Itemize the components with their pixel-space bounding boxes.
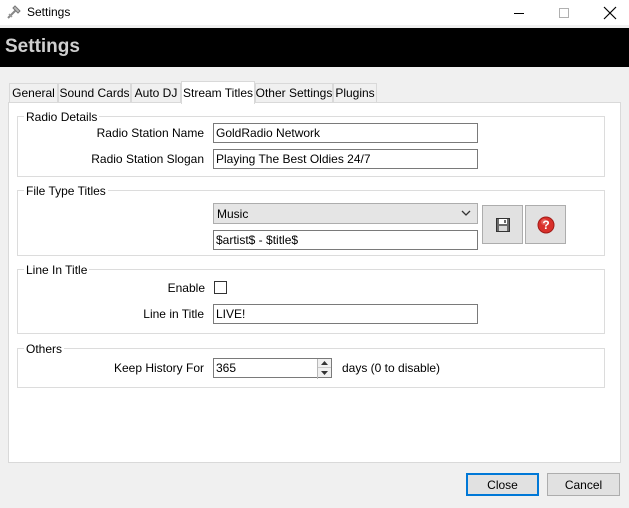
save-icon <box>495 217 510 232</box>
close-window-button[interactable] <box>587 0 629 25</box>
station-name-input[interactable]: GoldRadio Network <box>213 123 478 143</box>
arrow-down-icon <box>321 370 328 375</box>
stepper-down-button[interactable] <box>318 368 331 377</box>
station-slogan-input[interactable]: Playing The Best Oldies 24/7 <box>213 149 478 169</box>
others-group-label: Others <box>24 342 65 356</box>
station-slogan-label: Radio Station Slogan <box>91 152 204 166</box>
settings-banner <box>0 28 629 67</box>
help-icon: ? <box>537 216 554 233</box>
tab-auto-dj[interactable]: Auto DJ <box>131 83 181 102</box>
format-help-button[interactable]: ? <box>525 205 566 244</box>
file-type-select[interactable]: Music <box>213 203 478 224</box>
save-format-button[interactable] <box>482 205 523 244</box>
maximize-icon <box>559 7 569 18</box>
minimize-icon <box>514 12 524 14</box>
keep-history-label: Keep History For <box>113 361 204 375</box>
stepper-buttons <box>317 359 331 379</box>
close-button[interactable]: Close <box>466 473 539 496</box>
line-in-title-input[interactable]: LIVE! <box>213 304 478 324</box>
maximize-button[interactable] <box>541 0 587 25</box>
enable-line-in-checkbox[interactable] <box>214 281 227 294</box>
keep-history-value: 365 <box>216 361 237 375</box>
file-type-titles-group-label: File Type Titles <box>24 184 108 198</box>
line-in-title-label: Line in Title <box>143 307 204 321</box>
station-name-label: Radio Station Name <box>96 126 204 140</box>
tab-plugins[interactable]: Plugins <box>333 83 377 102</box>
cancel-button[interactable]: Cancel <box>547 473 620 496</box>
stepper-up-button[interactable] <box>318 359 331 368</box>
tab-sound-cards[interactable]: Sound Cards <box>58 83 131 102</box>
line-in-title-group <box>17 269 605 334</box>
minimize-button[interactable] <box>496 0 542 25</box>
window-title: Settings <box>27 5 71 19</box>
svg-text:?: ? <box>542 218 549 232</box>
close-icon <box>603 6 617 19</box>
settings-app-icon <box>6 4 22 20</box>
days-hint-label: days (0 to disable) <box>342 361 441 375</box>
chevron-down-icon <box>461 210 471 216</box>
tab-other-settings[interactable]: Other Settings <box>255 83 333 102</box>
radio-details-group-label: Radio Details <box>24 110 100 124</box>
title-format-input[interactable]: $artist$ - $title$ <box>213 230 478 250</box>
enable-label: Enable <box>167 281 205 295</box>
arrow-up-icon <box>321 361 328 365</box>
tab-stream-titles[interactable]: Stream Titles <box>181 81 255 104</box>
keep-history-stepper[interactable]: 365 <box>213 358 332 379</box>
tab-general[interactable]: General <box>9 83 58 102</box>
file-type-selected-value: Music <box>217 207 249 221</box>
line-in-title-group-label: Line In Title <box>24 263 90 277</box>
banner-title: Settings <box>5 36 80 57</box>
